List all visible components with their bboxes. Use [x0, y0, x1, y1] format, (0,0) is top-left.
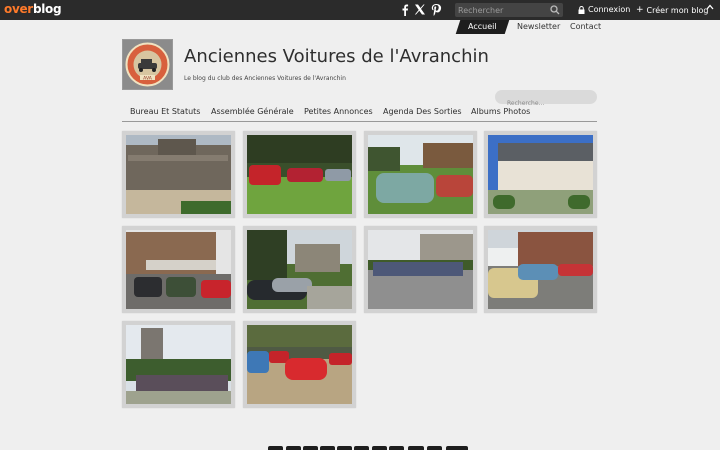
menu-item-assemblee[interactable]: Assemblée Générale — [211, 107, 294, 116]
pagination-item[interactable] — [268, 446, 283, 450]
pagination-item[interactable] — [286, 446, 301, 450]
login-link[interactable]: Connexion — [578, 5, 630, 14]
plus-icon: + — [636, 5, 644, 15]
logo-text: AVA — [143, 75, 153, 81]
pinterest-icon[interactable] — [430, 3, 442, 16]
nav-accueil[interactable]: Accueil — [455, 20, 509, 34]
album-thumbnail[interactable] — [484, 131, 597, 218]
menu-item-albums[interactable]: Albums Photos — [471, 107, 530, 116]
overblog-topbar: overblog Connexion + Créer mon blog — [0, 0, 720, 20]
album-photo — [247, 230, 352, 309]
album-thumbnail[interactable] — [122, 131, 235, 218]
album-thumbnail[interactable] — [243, 131, 356, 218]
pagination-item[interactable] — [303, 446, 318, 450]
album-thumbnail[interactable] — [364, 226, 477, 313]
album-photo — [247, 325, 352, 404]
top-search-input[interactable] — [458, 3, 548, 17]
album-photo — [368, 230, 473, 309]
album-thumbnail[interactable] — [484, 226, 597, 313]
album-photo — [488, 230, 593, 309]
menu-item-bureau[interactable]: Bureau Et Statuts — [130, 107, 200, 116]
overblog-logo[interactable]: overblog — [4, 2, 62, 16]
pagination-next[interactable] — [446, 446, 468, 450]
site-title[interactable]: Anciennes Voitures de l'Avranchin — [184, 46, 489, 67]
album-thumbnail[interactable] — [243, 321, 356, 408]
pagination-item[interactable] — [427, 446, 442, 450]
nav-contact[interactable]: Contact — [570, 20, 601, 34]
chevron-up-icon[interactable] — [706, 4, 714, 10]
menu-item-annonces[interactable]: Petites Annonces — [304, 107, 373, 116]
album-photo — [368, 135, 473, 214]
pagination-item[interactable] — [337, 446, 352, 450]
album-thumbnail[interactable] — [122, 226, 235, 313]
club-emblem-icon: AVA — [123, 40, 172, 89]
album-thumbnail[interactable] — [243, 226, 356, 313]
pagination-item[interactable] — [372, 446, 387, 450]
top-search-box — [455, 3, 563, 17]
pagination-item[interactable] — [320, 446, 335, 450]
album-photo — [488, 135, 593, 214]
site-description: Le blog du club des Anciennes Voitures d… — [184, 75, 346, 82]
pagination-item[interactable] — [389, 446, 404, 450]
lock-icon — [578, 5, 585, 14]
search-icon[interactable] — [550, 5, 560, 15]
create-blog-link[interactable]: + Créer mon blog — [636, 5, 709, 15]
album-photo — [126, 325, 231, 404]
album-photo — [247, 135, 352, 214]
album-thumbnail[interactable] — [364, 131, 477, 218]
nav-newsletter[interactable]: Newsletter — [517, 20, 560, 34]
main-menu: Bureau Et Statuts Assemblée Générale Pet… — [122, 104, 597, 122]
facebook-icon[interactable] — [399, 3, 411, 16]
pagination-item[interactable] — [354, 446, 369, 450]
album-photo — [126, 230, 231, 309]
club-logo[interactable]: AVA — [122, 39, 173, 90]
x-icon[interactable] — [414, 3, 426, 16]
menu-item-agenda[interactable]: Agenda Des Sorties — [383, 107, 462, 116]
album-thumbnail[interactable] — [122, 321, 235, 408]
pagination-item[interactable] — [408, 446, 424, 450]
blog-search-box — [495, 90, 597, 111]
album-photo — [126, 135, 231, 214]
